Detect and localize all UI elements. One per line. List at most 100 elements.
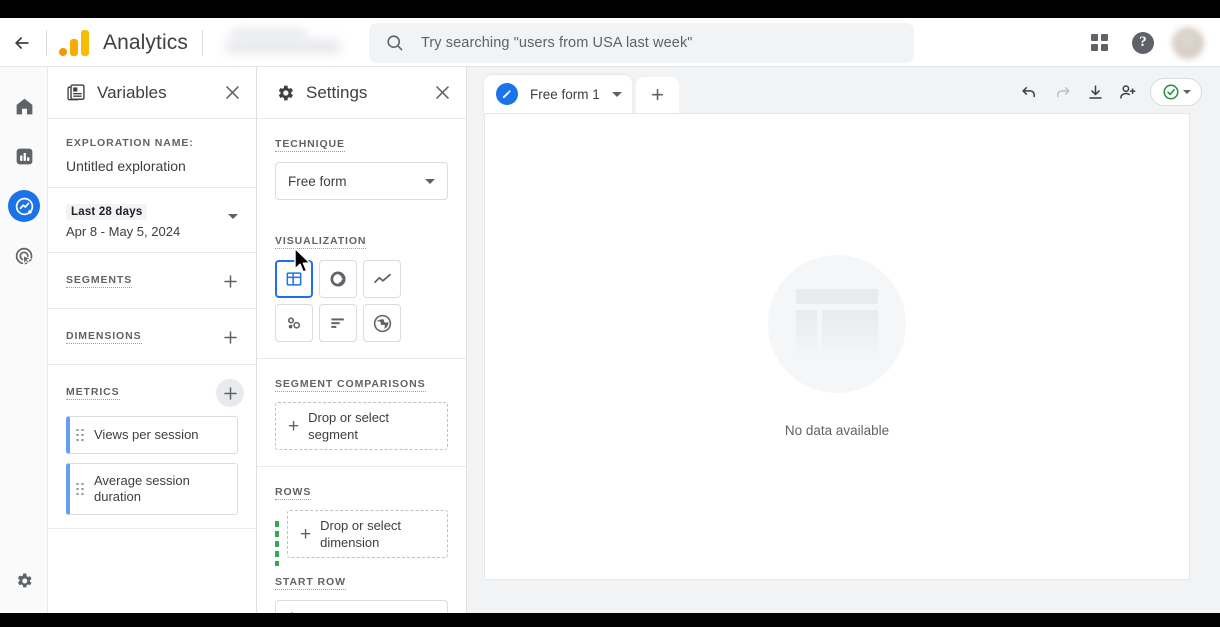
- exploration-name-value[interactable]: Untitled exploration: [66, 158, 238, 174]
- viz-option-geo[interactable]: [363, 304, 401, 342]
- add-segment-button[interactable]: [216, 267, 244, 295]
- chevron-down-icon: [425, 179, 435, 184]
- add-metric-button[interactable]: [216, 379, 244, 407]
- sidebar-item-explore[interactable]: [0, 181, 48, 231]
- undo-icon: [1020, 83, 1039, 102]
- drop-segment-text: Drop or select segment: [308, 409, 437, 443]
- redo-icon: [1053, 83, 1072, 102]
- home-icon: [14, 96, 35, 117]
- report-canvas: No data available: [484, 113, 1190, 580]
- rows-label: ROWS: [275, 486, 311, 500]
- chevron-down-icon: [228, 214, 238, 219]
- help-button[interactable]: ?: [1124, 24, 1162, 62]
- sidebar-item-home[interactable]: [0, 81, 48, 131]
- variables-panel: Variables EXPLORATION NAME: Untitled exp…: [48, 67, 257, 613]
- sidebar-item-reports[interactable]: [0, 131, 48, 181]
- back-button[interactable]: [2, 23, 42, 63]
- search-icon: [385, 33, 404, 52]
- segments-section: SEGMENTS: [48, 253, 256, 309]
- drop-dimension-text: Drop or select dimension: [320, 517, 437, 551]
- technique-value: Free form: [288, 174, 347, 189]
- plus-icon: [221, 328, 240, 347]
- reports-bar-chart-icon: [14, 146, 35, 167]
- donut-chart-icon: [328, 269, 348, 289]
- search-placeholder: Try searching "users from USA last week": [421, 35, 693, 51]
- avatar[interactable]: [1172, 27, 1204, 59]
- left-nav-rail: [0, 67, 48, 613]
- plus-icon: [221, 384, 240, 403]
- rows-section: ROWS + Drop or select dimension START RO…: [257, 467, 466, 613]
- redo-button[interactable]: [1047, 77, 1077, 107]
- app-header: Analytics Try searching "users from USA …: [0, 18, 1220, 67]
- viz-option-table[interactable]: [275, 260, 313, 298]
- list-item[interactable]: Average session duration: [66, 463, 238, 515]
- visualization-label: VISUALIZATION: [275, 235, 366, 249]
- header-actions: ?: [1080, 24, 1204, 62]
- viz-option-bar[interactable]: [319, 304, 357, 342]
- app-window: Analytics Try searching "users from USA …: [0, 0, 1220, 627]
- date-range-selector[interactable]: Last 28 days Apr 8 - May 5, 2024: [48, 188, 256, 253]
- download-button[interactable]: [1080, 77, 1110, 107]
- settings-close-button[interactable]: [433, 83, 452, 102]
- dimensions-section: DIMENSIONS: [48, 309, 256, 365]
- arrow-back-icon: [12, 33, 32, 53]
- header-divider: [46, 30, 47, 56]
- close-icon: [223, 83, 242, 102]
- sidebar-item-advertising[interactable]: [0, 231, 48, 281]
- top-letterbox: [0, 0, 1220, 18]
- app-title: Analytics: [103, 31, 188, 55]
- technique-select[interactable]: Free form: [275, 162, 448, 200]
- admin-button[interactable]: [0, 571, 48, 591]
- bar-chart-icon: [328, 313, 348, 333]
- start-row-input[interactable]: 1: [275, 600, 448, 613]
- person-add-icon: [1118, 82, 1138, 102]
- segment-comparisons-label: SEGMENT COMPARISONS: [275, 378, 426, 392]
- search-input[interactable]: Try searching "users from USA last week": [369, 23, 914, 63]
- viz-option-line[interactable]: [363, 260, 401, 298]
- tab-free-form-1[interactable]: Free form 1: [484, 75, 632, 113]
- header-divider-2: [202, 30, 203, 56]
- property-selector-redacted[interactable]: [225, 28, 343, 58]
- drag-handle-icon[interactable]: [76, 483, 85, 496]
- pencil-icon: [496, 83, 518, 105]
- apps-grid-icon[interactable]: [1080, 24, 1118, 62]
- settings-panel: Settings TECHNIQUE Free form VISUALIZATI…: [257, 67, 467, 613]
- settings-panel-header: Settings: [257, 67, 466, 119]
- chevron-down-icon: [1183, 90, 1191, 94]
- table-icon: [284, 269, 304, 289]
- exploration-name-label: EXPLORATION NAME:: [66, 137, 194, 150]
- add-tab-button[interactable]: +: [636, 77, 679, 113]
- save-status-button[interactable]: [1150, 78, 1202, 106]
- plus-icon: +: [288, 418, 299, 435]
- gear-icon: [14, 571, 34, 591]
- advertising-target-icon: [14, 246, 35, 267]
- share-button[interactable]: [1113, 77, 1143, 107]
- variables-panel-header: Variables: [48, 67, 256, 119]
- chevron-down-icon[interactable]: [612, 92, 622, 97]
- main-canvas-area: Free form 1 +: [467, 67, 1220, 613]
- variables-close-button[interactable]: [223, 83, 242, 102]
- viz-option-scatter[interactable]: [275, 304, 313, 342]
- drop-dimension-zone[interactable]: + Drop or select dimension: [287, 510, 448, 558]
- viz-option-donut[interactable]: [319, 260, 357, 298]
- download-icon: [1086, 83, 1105, 102]
- check-circle-icon: [1162, 83, 1180, 101]
- explore-icon: [14, 196, 35, 217]
- layers-icon: [66, 83, 86, 103]
- drop-segment-zone[interactable]: + Drop or select segment: [275, 402, 448, 450]
- segment-comparisons-section: SEGMENT COMPARISONS + Drop or select seg…: [257, 359, 466, 467]
- close-icon: [433, 83, 452, 102]
- table-placeholder-icon: [768, 255, 906, 393]
- undo-button[interactable]: [1014, 77, 1044, 107]
- drag-handle-icon[interactable]: [76, 429, 85, 442]
- canvas-toolbar: [1014, 77, 1220, 113]
- bottom-letterbox: [0, 613, 1220, 627]
- technique-section: TECHNIQUE Free form: [257, 119, 466, 216]
- metrics-label: METRICS: [66, 386, 120, 400]
- line-chart-icon: [372, 269, 393, 290]
- date-range-value: Apr 8 - May 5, 2024: [66, 224, 180, 239]
- date-range-chip: Last 28 days: [66, 204, 147, 220]
- add-dimension-button[interactable]: [216, 323, 244, 351]
- list-item[interactable]: Views per session: [66, 416, 238, 454]
- tab-label: Free form 1: [530, 87, 600, 102]
